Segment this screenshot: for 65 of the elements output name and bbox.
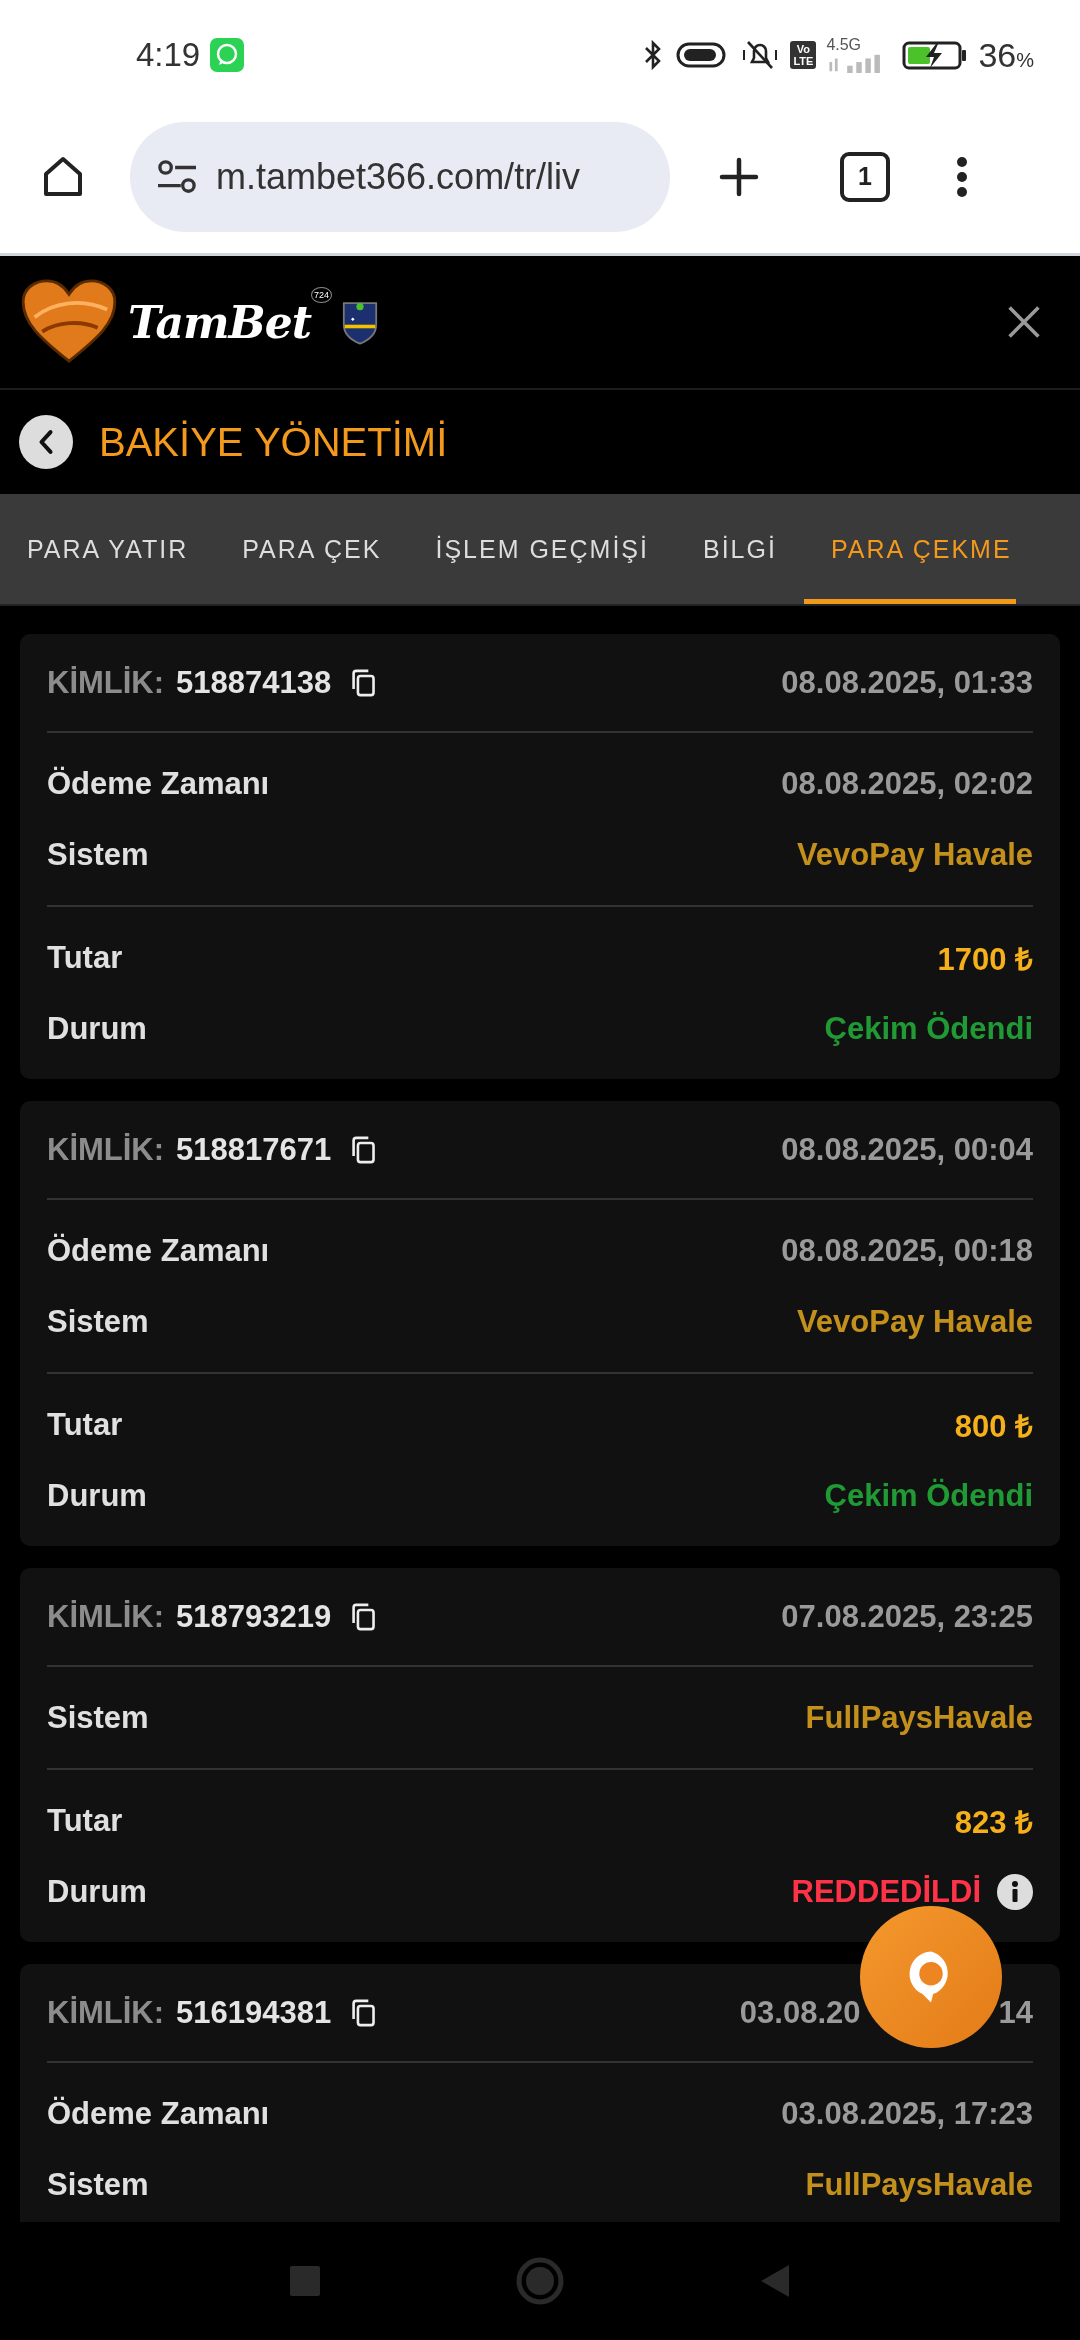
field-label: Tutar xyxy=(47,1802,123,1839)
field-label: Sistem xyxy=(47,1699,149,1736)
id-label: KİMLİK: xyxy=(47,664,165,701)
tab-count-button[interactable]: 1 xyxy=(840,151,890,202)
copy-icon[interactable] xyxy=(351,1134,378,1165)
url-text: m.tambet366.com/tr/liv xyxy=(216,155,581,198)
field-label: Sistem xyxy=(47,1303,149,1340)
shield-icon xyxy=(342,299,379,345)
field-label: Ödeme Zamanı xyxy=(47,1232,270,1269)
field-label: Ödeme Zamanı xyxy=(47,2095,270,2132)
close-icon[interactable] xyxy=(1006,304,1042,340)
field-value: VevoPay Havale xyxy=(796,1303,1033,1340)
id-number: 518874138 xyxy=(176,664,332,701)
field-label: Tutar xyxy=(47,939,123,976)
clock-time: 4:19 xyxy=(136,36,201,74)
volte-badge: Vo LTE xyxy=(790,41,817,69)
date-text: 08.08.2025, 01:33 xyxy=(781,664,1033,701)
field-value: VevoPay Havale xyxy=(796,836,1033,873)
field-value: Çekim Ödendi xyxy=(824,1010,1033,1047)
field-label: Sistem xyxy=(47,2166,149,2203)
chat-app-icon xyxy=(210,38,245,72)
id-number: 516194381 xyxy=(176,1994,332,2031)
copy-icon[interactable] xyxy=(351,1997,378,2028)
field-value: FullPaysHavale xyxy=(805,1699,1033,1736)
field-label: Sistem xyxy=(47,836,149,873)
tab[interactable]: PARA YATIR xyxy=(0,494,216,604)
brand-name: TamBet xyxy=(128,296,312,348)
date-text: 14 xyxy=(998,1994,1033,2031)
copy-icon[interactable] xyxy=(351,1601,378,1632)
heart-logo-icon xyxy=(20,279,118,365)
field-value: Çekim Ödendi xyxy=(824,1477,1033,1514)
field-label: Ödeme Zamanı xyxy=(47,765,270,802)
page-title: BAKİYE YÖNETİMİ xyxy=(99,419,448,465)
field-value: 800 ₺ xyxy=(954,1407,1033,1446)
back-button[interactable] xyxy=(19,415,73,469)
field-label: Durum xyxy=(47,1010,147,1047)
id-number: 518793219 xyxy=(176,1598,332,1635)
field-value: FullPaysHavale xyxy=(805,2166,1033,2203)
field-value: 08.08.2025, 02:02 xyxy=(781,765,1033,802)
field-label: Tutar xyxy=(47,1406,123,1443)
field-value: 1700 ₺ xyxy=(937,940,1033,979)
chevron-left-icon xyxy=(37,428,55,456)
field-value: 823 ₺ xyxy=(954,1803,1033,1842)
id-label: KİMLİK: xyxy=(47,1131,165,1168)
date-text: 03.08.20 xyxy=(739,1994,861,2031)
id-label: KİMLİK: xyxy=(47,1994,165,2031)
field-value: 03.08.2025, 17:23 xyxy=(781,2095,1033,2132)
site-settings-icon[interactable] xyxy=(156,157,198,196)
battery-level: 36% xyxy=(978,35,1034,75)
tab[interactable]: BİLGİ xyxy=(676,494,804,604)
info-icon[interactable] xyxy=(997,1873,1033,1910)
field-label: Durum xyxy=(47,1477,147,1514)
field-value: REDDEDİLDİ xyxy=(791,1873,981,1910)
id-number: 518817671 xyxy=(176,1131,332,1168)
copy-icon[interactable] xyxy=(351,667,378,698)
tab[interactable]: İŞLEM GEÇMİŞİ xyxy=(408,494,676,604)
date-text: 07.08.2025, 23:25 xyxy=(781,1598,1033,1635)
tab[interactable]: PARA ÇEKME xyxy=(803,494,1016,604)
field-label: Durum xyxy=(47,1873,147,1910)
address-bar[interactable]: m.tambet366.com/tr/liv xyxy=(130,121,670,232)
id-label: KİMLİK: xyxy=(47,1598,165,1635)
tab[interactable]: PARA ÇEK xyxy=(215,494,409,604)
field-value: 08.08.2025, 00:18 xyxy=(781,1232,1033,1269)
network-type: 4.5G xyxy=(826,37,862,53)
date-text: 08.08.2025, 00:04 xyxy=(781,1131,1033,1168)
